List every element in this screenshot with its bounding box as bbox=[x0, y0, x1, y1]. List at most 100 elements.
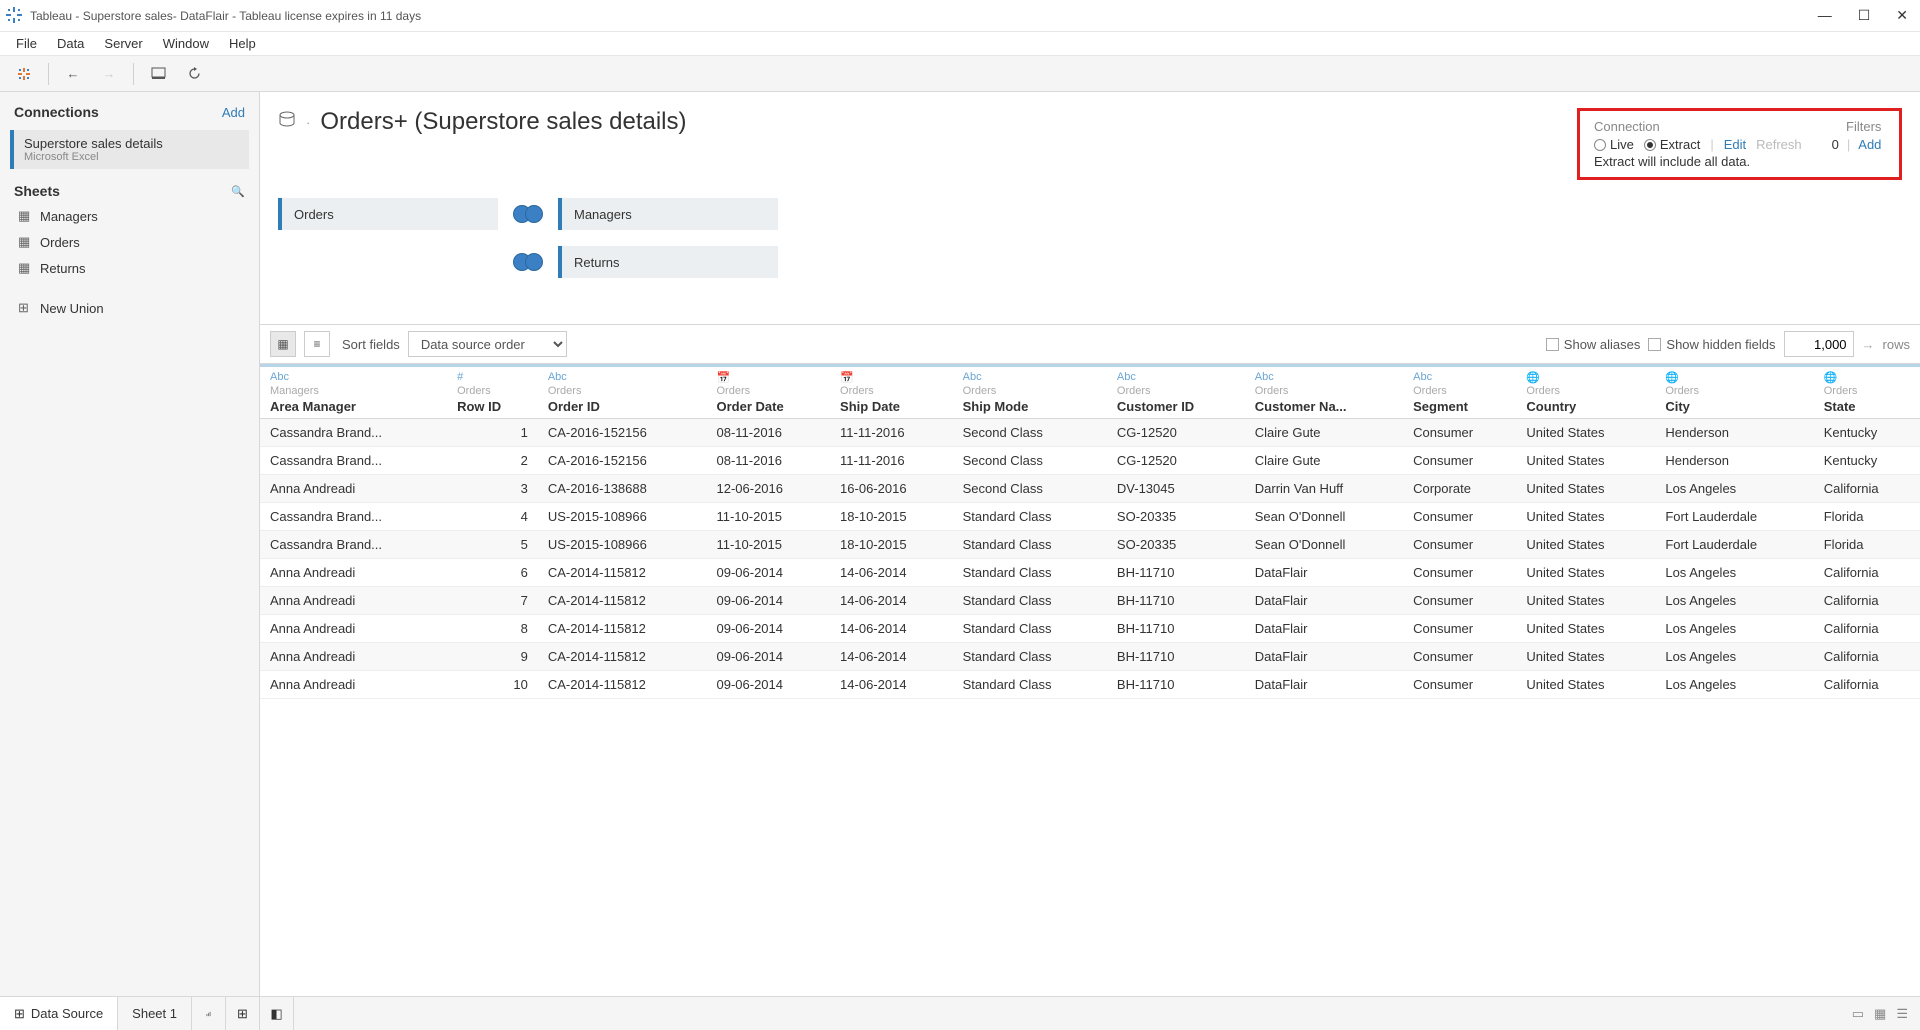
cell: Sean O'Donnell bbox=[1245, 503, 1403, 531]
cell: 11-11-2016 bbox=[830, 419, 953, 447]
connections-heading: Connections bbox=[14, 104, 99, 120]
cell: CA-2016-152156 bbox=[538, 447, 707, 475]
table-row[interactable]: Cassandra Brand...5US-2015-10896611-10-2… bbox=[260, 531, 1920, 559]
table-row[interactable]: Cassandra Brand...2CA-2016-15215608-11-2… bbox=[260, 447, 1920, 475]
edit-extract-link[interactable]: Edit bbox=[1724, 137, 1746, 152]
grid-view-button[interactable]: ▦ bbox=[270, 331, 296, 357]
add-filter-link[interactable]: Add bbox=[1858, 137, 1881, 152]
column-header[interactable]: AbcOrdersSegment bbox=[1403, 367, 1516, 419]
join-canvas[interactable]: Orders Managers Returns bbox=[260, 188, 1920, 324]
rows-input[interactable] bbox=[1784, 331, 1854, 357]
table-row[interactable]: Cassandra Brand...4US-2015-10896611-10-2… bbox=[260, 503, 1920, 531]
sort-fields-select[interactable]: Data source order bbox=[408, 331, 567, 357]
refresh-button[interactable] bbox=[178, 60, 210, 88]
show-tabs-icon[interactable]: ☰ bbox=[1896, 1006, 1908, 1022]
column-header[interactable]: AbcOrdersOrder ID bbox=[538, 367, 707, 419]
cell: 1 bbox=[447, 419, 538, 447]
column-header[interactable]: 🌐OrdersCity bbox=[1655, 367, 1813, 419]
menu-file[interactable]: File bbox=[8, 34, 45, 53]
column-header[interactable]: 📅OrdersOrder Date bbox=[706, 367, 830, 419]
close-button[interactable]: ✕ bbox=[1896, 7, 1908, 24]
sheet-item-managers[interactable]: ▦Managers bbox=[0, 203, 259, 229]
sort-fields-label: Sort fields bbox=[342, 337, 400, 352]
cell: Cassandra Brand... bbox=[260, 419, 447, 447]
column-header[interactable]: AbcOrdersCustomer ID bbox=[1107, 367, 1245, 419]
cell: United States bbox=[1516, 615, 1655, 643]
extract-radio[interactable]: Extract bbox=[1644, 137, 1700, 152]
cell: 11-10-2015 bbox=[706, 503, 830, 531]
cell: 09-06-2014 bbox=[706, 643, 830, 671]
cell: BH-11710 bbox=[1107, 559, 1245, 587]
menu-server[interactable]: Server bbox=[96, 34, 150, 53]
tab-sheet-1[interactable]: Sheet 1 bbox=[118, 997, 192, 1030]
cell: 14-06-2014 bbox=[830, 587, 953, 615]
cell: 08-11-2016 bbox=[706, 419, 830, 447]
table-icon: ▦ bbox=[18, 260, 32, 276]
new-worksheet-button[interactable] bbox=[192, 997, 226, 1030]
cell: Standard Class bbox=[953, 671, 1107, 699]
column-header[interactable]: 🌐OrdersState bbox=[1814, 367, 1920, 419]
menu-data[interactable]: Data bbox=[49, 34, 92, 53]
datasource-tab-icon: ⊞ bbox=[14, 1006, 25, 1022]
cell: 14-06-2014 bbox=[830, 671, 953, 699]
column-header[interactable]: 🌐OrdersCountry bbox=[1516, 367, 1655, 419]
menu-window[interactable]: Window bbox=[155, 34, 217, 53]
live-radio[interactable]: Live bbox=[1594, 137, 1634, 152]
show-sheets-icon[interactable]: ▦ bbox=[1874, 1006, 1886, 1022]
cell: California bbox=[1814, 587, 1920, 615]
new-story-button[interactable]: ◧ bbox=[260, 997, 294, 1030]
sheet-item-orders[interactable]: ▦Orders bbox=[0, 229, 259, 255]
new-dashboard-button[interactable]: ⊞ bbox=[226, 997, 260, 1030]
datasource-title[interactable]: Orders+ (Superstore sales details) bbox=[320, 108, 686, 136]
connection-name: Superstore sales details bbox=[24, 136, 239, 151]
add-connection-link[interactable]: Add bbox=[222, 105, 245, 120]
tab-data-source[interactable]: ⊞Data Source bbox=[0, 997, 118, 1030]
cell: Corporate bbox=[1403, 475, 1516, 503]
tableau-icon[interactable] bbox=[8, 60, 40, 88]
rows-arrow-icon: → bbox=[1862, 337, 1875, 352]
table-returns[interactable]: Returns bbox=[558, 246, 778, 278]
cell: Anna Andreadi bbox=[260, 587, 447, 615]
table-row[interactable]: Cassandra Brand...1CA-2016-15215608-11-2… bbox=[260, 419, 1920, 447]
column-header[interactable]: AbcManagersArea Manager bbox=[260, 367, 447, 419]
cell: Second Class bbox=[953, 419, 1107, 447]
cell: 14-06-2014 bbox=[830, 643, 953, 671]
search-icon[interactable]: 🔍 bbox=[231, 185, 245, 198]
column-header[interactable]: #OrdersRow ID bbox=[447, 367, 538, 419]
column-header[interactable]: AbcOrdersCustomer Na... bbox=[1245, 367, 1403, 419]
column-header[interactable]: 📅OrdersShip Date bbox=[830, 367, 953, 419]
table-row[interactable]: Anna Andreadi3CA-2016-13868812-06-201616… bbox=[260, 475, 1920, 503]
join-icon[interactable] bbox=[513, 204, 543, 224]
column-header[interactable]: AbcOrdersShip Mode bbox=[953, 367, 1107, 419]
table-row[interactable]: Anna Andreadi7CA-2014-11581209-06-201414… bbox=[260, 587, 1920, 615]
new-union-button[interactable]: ⊞New Union bbox=[0, 295, 259, 321]
list-view-button[interactable]: ≡ bbox=[304, 331, 330, 357]
table-orders[interactable]: Orders bbox=[278, 198, 498, 230]
back-button[interactable]: ← bbox=[57, 60, 89, 88]
filters-count: 0 bbox=[1832, 137, 1839, 152]
connection-item[interactable]: Superstore sales details Microsoft Excel bbox=[10, 130, 249, 169]
show-filmstrip-icon[interactable]: ▭ bbox=[1852, 1006, 1864, 1022]
cell: CA-2014-115812 bbox=[538, 643, 707, 671]
maximize-button[interactable]: ☐ bbox=[1858, 7, 1871, 24]
menu-help[interactable]: Help bbox=[221, 34, 264, 53]
minimize-button[interactable]: — bbox=[1818, 7, 1832, 24]
cell: DataFlair bbox=[1245, 671, 1403, 699]
table-row[interactable]: Anna Andreadi10CA-2014-11581209-06-20141… bbox=[260, 671, 1920, 699]
sidebar: Connections Add Superstore sales details… bbox=[0, 92, 260, 996]
tableau-logo-icon bbox=[6, 7, 24, 25]
table-row[interactable]: Anna Andreadi6CA-2014-11581209-06-201414… bbox=[260, 559, 1920, 587]
table-row[interactable]: Anna Andreadi9CA-2014-11581209-06-201414… bbox=[260, 643, 1920, 671]
cell: CA-2014-115812 bbox=[538, 615, 707, 643]
join-icon[interactable] bbox=[513, 252, 543, 272]
cell: Fort Lauderdale bbox=[1655, 531, 1813, 559]
data-grid[interactable]: AbcManagersArea Manager#OrdersRow IDAbcO… bbox=[260, 364, 1920, 996]
sheet-item-returns[interactable]: ▦Returns bbox=[0, 255, 259, 281]
table-row[interactable]: Anna Andreadi8CA-2014-11581209-06-201414… bbox=[260, 615, 1920, 643]
table-managers[interactable]: Managers bbox=[558, 198, 778, 230]
forward-button[interactable]: → bbox=[93, 60, 125, 88]
show-aliases-checkbox[interactable]: Show aliases bbox=[1546, 337, 1641, 352]
table-icon: ▦ bbox=[18, 234, 32, 250]
show-hidden-checkbox[interactable]: Show hidden fields bbox=[1648, 337, 1775, 352]
save-button[interactable] bbox=[142, 60, 174, 88]
